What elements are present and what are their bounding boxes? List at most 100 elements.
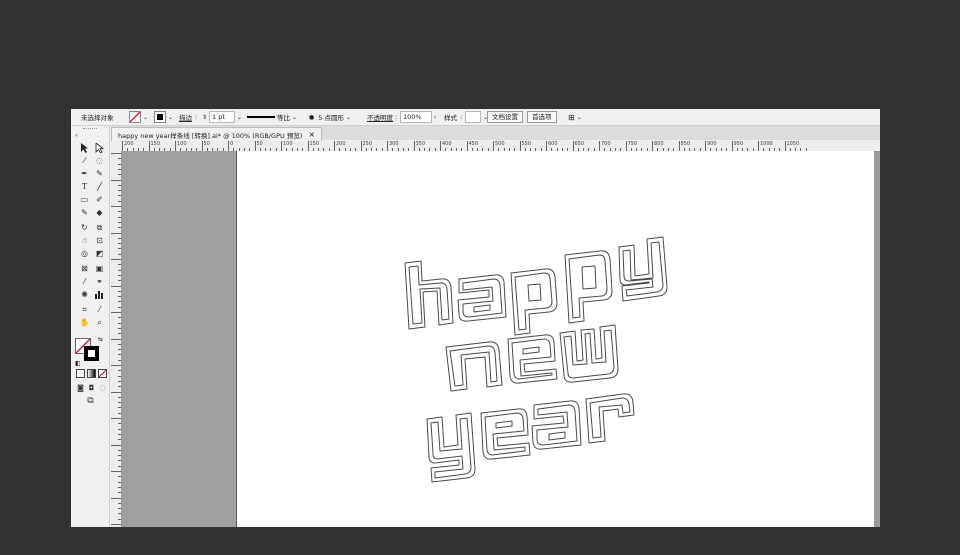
lasso-icon[interactable]: ◌ xyxy=(94,155,105,166)
artboard-icon[interactable]: ⌗ xyxy=(79,304,90,315)
draw-inside-icon[interactable]: ○ xyxy=(97,382,108,393)
ruler-minor-tick xyxy=(118,216,121,218)
selection-tool-icon[interactable] xyxy=(79,142,90,153)
variable-width-profile[interactable]: 等比 ⌄ xyxy=(247,109,297,125)
panel-grip[interactable] xyxy=(83,128,97,131)
word-year[interactable] xyxy=(426,393,635,483)
shaper-icon[interactable]: ✎ xyxy=(79,207,90,218)
ruler-major-tick xyxy=(413,141,415,151)
color-mode-icon[interactable] xyxy=(76,369,85,378)
ruler-minor-tick xyxy=(118,407,121,409)
ruler-major-tick xyxy=(111,285,121,287)
happy-new-year-artwork[interactable] xyxy=(237,151,875,527)
arrange-documents-button[interactable]: ⊞ ⌄ xyxy=(568,109,582,125)
ruler-label: 200 xyxy=(124,141,134,147)
word-new[interactable] xyxy=(445,324,619,392)
artboard[interactable] xyxy=(236,151,875,527)
curvature-icon[interactable]: ✎ xyxy=(94,168,105,179)
document-tab[interactable]: happy new year样条线 [转换].ai* @ 100% (RGB/G… xyxy=(111,127,323,141)
ruler-minor-tick xyxy=(118,243,121,245)
mesh-icon[interactable]: ⊠ xyxy=(79,263,90,274)
vertical-ruler[interactable] xyxy=(111,151,122,527)
illustrator-window: 未选择对象 ⌄ ⌄ 描边 : ⇕ 1 pt ⌄ 等比 ⌄ ● 5 点圆形 ⌄ 不… xyxy=(71,109,880,527)
ruler-major-tick xyxy=(122,141,123,151)
pasteboard[interactable] xyxy=(122,151,236,527)
ruler-major-tick xyxy=(678,141,680,151)
panel-collapse-icon[interactable]: « xyxy=(75,133,78,139)
ruler-minor-tick xyxy=(118,492,121,494)
ruler-minor-tick xyxy=(118,481,121,483)
perspective-icon[interactable]: ◩ xyxy=(94,248,105,259)
slice-icon[interactable]: ⁄ xyxy=(94,304,105,315)
hand-icon[interactable]: ✋ xyxy=(79,317,90,328)
opacity-field[interactable]: 100% › xyxy=(400,109,436,125)
warp-icon[interactable]: ☝ xyxy=(79,235,90,246)
symbol-sprayer-icon[interactable]: ✺ xyxy=(79,289,90,300)
ruler-label: 400 xyxy=(442,141,452,147)
document-setup-button[interactable]: 文档设置 xyxy=(487,111,523,123)
ruler-minor-tick xyxy=(118,274,121,276)
shape-builder-icon[interactable]: ◎ xyxy=(79,248,90,259)
column-graph-icon[interactable] xyxy=(94,289,105,300)
ruler-minor-tick xyxy=(118,375,121,377)
style-dropdown[interactable]: ⌄ xyxy=(465,109,488,125)
direct-selection-tool-icon[interactable] xyxy=(94,142,105,153)
ruler-label: 0 xyxy=(230,141,234,147)
ruler-minor-tick xyxy=(118,423,121,425)
document-tab-title: happy new year样条线 [转换].ai* @ 100% (RGB/G… xyxy=(118,131,303,140)
stroke-swatch[interactable]: ⌄ xyxy=(154,109,173,125)
line-icon[interactable]: ╱ xyxy=(94,181,105,192)
stepper-icon[interactable]: ⇕ xyxy=(202,114,207,121)
eraser-icon[interactable]: ◆ xyxy=(94,207,105,218)
opacity-label[interactable]: 不透明度 xyxy=(367,109,393,125)
gradient-icon[interactable]: ▣ xyxy=(94,263,105,274)
ruler-minor-tick xyxy=(118,359,121,361)
close-icon[interactable]: × xyxy=(308,130,315,139)
rectangle-icon[interactable]: ▭ xyxy=(79,194,90,205)
ruler-label: 450 xyxy=(468,141,479,147)
none-mode-icon[interactable] xyxy=(98,369,107,378)
word-happy[interactable] xyxy=(404,236,668,336)
scale-icon[interactable]: ⧉ xyxy=(94,222,105,233)
blend-icon[interactable]: ⚭ xyxy=(94,276,105,287)
screen-mode-icon[interactable]: ⧉ xyxy=(85,395,96,406)
ruler-major-tick xyxy=(466,141,468,151)
stroke-label[interactable]: 描边 xyxy=(179,109,192,125)
ruler-minor-tick xyxy=(118,269,121,271)
magic-wand-icon[interactable]: ⁄ xyxy=(79,155,90,166)
ruler-label: 500 xyxy=(495,141,505,147)
eyedropper-icon[interactable]: ⁄ xyxy=(79,276,90,287)
ruler-label: 800 xyxy=(654,141,664,147)
ruler-minor-tick xyxy=(118,396,121,398)
letter-y xyxy=(618,236,668,302)
style-swatch xyxy=(465,111,481,123)
brush-definition[interactable]: ● 5 点圆形 ⌄ xyxy=(309,109,351,125)
ruler-label: 1000 xyxy=(760,141,773,147)
rotate-icon[interactable]: ↻ xyxy=(79,222,90,233)
default-colors-icon[interactable]: ◧ xyxy=(75,360,81,367)
profile-label: 等比 xyxy=(277,114,290,122)
fill-swatch[interactable]: ⌄ xyxy=(129,109,148,125)
draw-normal-icon[interactable]: ◙ xyxy=(75,382,86,393)
stroke-weight-input[interactable]: 1 pt xyxy=(209,111,236,123)
preferences-button[interactable]: 首选项 xyxy=(527,111,557,123)
ruler-major-tick xyxy=(625,141,627,151)
ruler-major-tick xyxy=(111,444,121,446)
swap-fill-stroke-icon[interactable]: ⇆ xyxy=(98,336,103,343)
draw-behind-icon[interactable]: ◘ xyxy=(86,382,97,393)
canvas-scroll-edge[interactable] xyxy=(874,151,880,527)
free-transform-icon[interactable]: ⊡ xyxy=(94,235,105,246)
pen-icon[interactable]: ✒ xyxy=(79,168,90,179)
chevron-down-icon[interactable]: ⌄ xyxy=(237,114,242,121)
gradient-mode-icon[interactable] xyxy=(87,369,96,378)
ruler-major-tick xyxy=(111,179,121,181)
chevron-right-icon[interactable]: › xyxy=(434,114,436,121)
zoom-icon[interactable]: ⌕ xyxy=(94,317,105,328)
ruler-minor-tick xyxy=(118,296,121,298)
paintbrush-icon[interactable]: ✐ xyxy=(94,194,105,205)
opacity-input[interactable]: 100% xyxy=(400,111,432,123)
ruler-minor-tick xyxy=(118,174,121,176)
stroke-color-icon[interactable] xyxy=(84,346,99,361)
type-icon[interactable]: T xyxy=(79,181,90,192)
stroke-weight-field[interactable]: ⇕ 1 pt ⌄ xyxy=(202,109,242,125)
